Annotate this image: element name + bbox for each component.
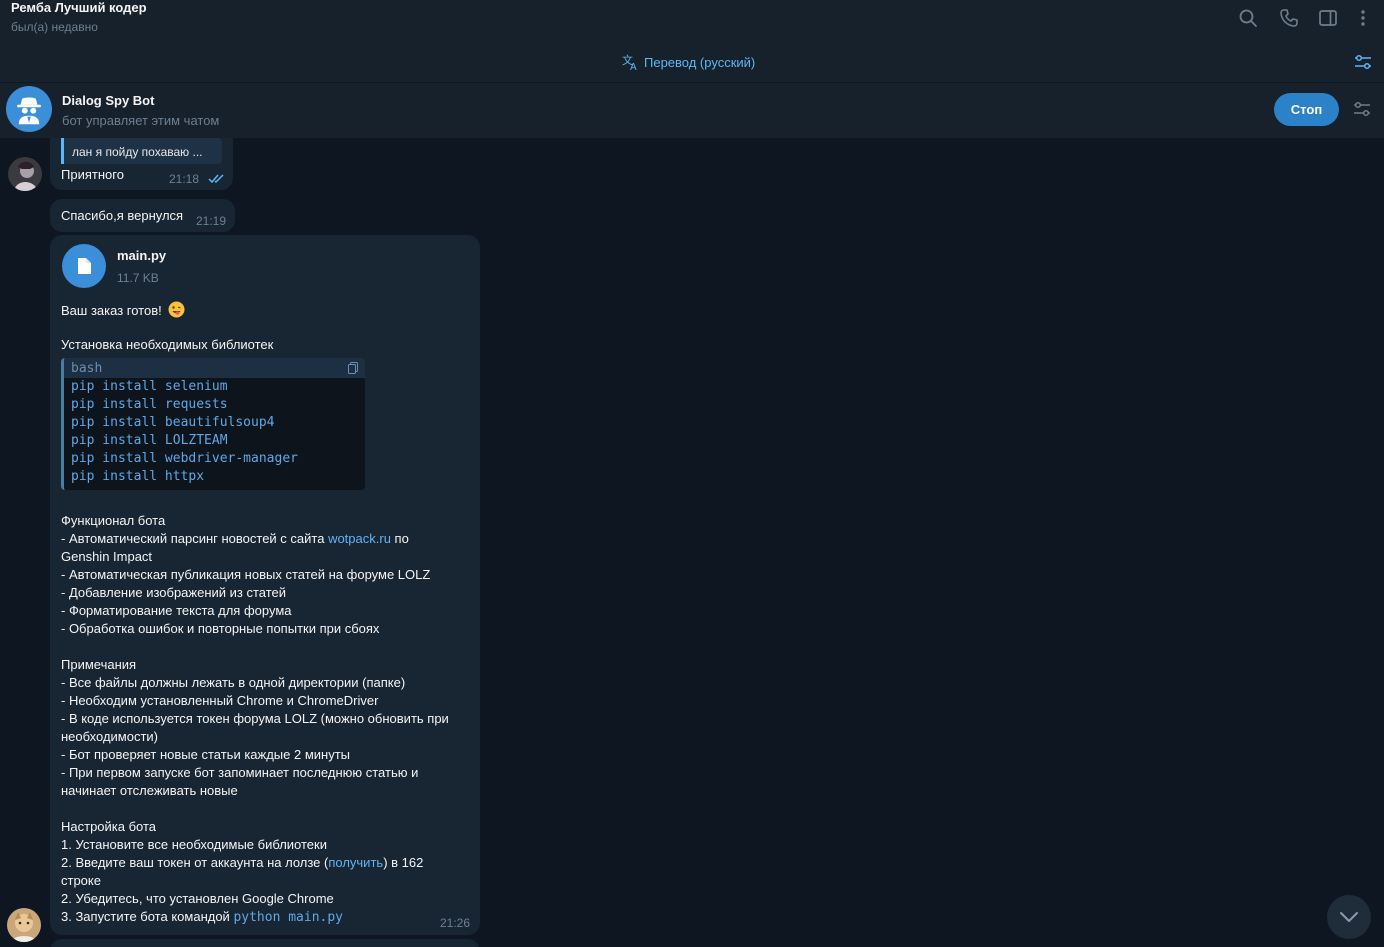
message-text: Спасибо,я вернулся: [61, 208, 184, 223]
function-item: - Обработка ошибок и повторные попытки п…: [61, 621, 380, 636]
notes-heading: Примечания: [61, 657, 137, 672]
reply-quote[interactable]: лан я пойду похаваю ...: [61, 138, 222, 164]
note-item: - В коде используется токен форума LOLZ …: [61, 711, 449, 726]
file-icon: [78, 258, 91, 274]
setup-heading: Настройка бота: [61, 819, 157, 834]
translate-icon: 文A: [622, 53, 637, 71]
message-time: 21:26: [440, 916, 471, 930]
telegram-window: Ремба Лучший кодер был(а) недавно 文A Пер…: [0, 0, 1384, 947]
bot-subtitle: бот управляет этим чатом: [62, 113, 220, 128]
code-line: pip install LOLZTEAM: [71, 433, 228, 448]
file-download-button[interactable]: [62, 244, 106, 288]
function-item: - Добавление изображений из статей: [61, 585, 287, 600]
function-item: - Автоматический парсинг новостей с сайт…: [61, 531, 409, 546]
setup-item: 3. Запустите бота командой python main.p…: [61, 909, 344, 925]
chat-status: был(а) недавно: [11, 20, 98, 34]
translate-bar: 文A Перевод (русский): [0, 42, 1384, 82]
function-item: Genshin Impact: [61, 549, 153, 564]
code-line: pip install requests: [71, 397, 228, 412]
avatar[interactable]: [8, 157, 42, 191]
functions-heading: Функционал бота: [61, 513, 166, 528]
function-item: - Форматирование текста для форума: [61, 603, 292, 618]
sidebar-icon[interactable]: [1318, 8, 1338, 28]
message-time: 21:19: [196, 214, 227, 228]
function-item: - Автоматическая публикация новых статей…: [61, 567, 431, 582]
setup-item: 2. Убедитесь, что установлен Google Chro…: [61, 891, 334, 906]
svg-text:A: A: [630, 62, 637, 71]
chevron-down-icon: [1340, 912, 1358, 922]
reply-text: лан я пойду похаваю ...: [72, 145, 203, 159]
stop-button[interactable]: Стоп: [1274, 93, 1339, 126]
more-icon[interactable]: [1353, 8, 1373, 28]
wotpack-link[interactable]: wotpack.ru: [328, 531, 391, 546]
copy-icon[interactable]: [348, 362, 358, 374]
get-token-link[interactable]: получить: [328, 855, 383, 870]
ready-text: Ваш заказ готов!: [61, 301, 185, 318]
message-text: Приятного: [61, 167, 124, 182]
translate-button[interactable]: 文A Перевод (русский): [622, 53, 755, 71]
code-line: pip install selenium: [71, 379, 228, 394]
file-name[interactable]: main.py: [117, 248, 166, 263]
file-size: 11.7 KB: [117, 271, 159, 285]
note-item: начинает отслеживать новые: [61, 783, 238, 798]
translate-label: Перевод (русский): [644, 54, 756, 70]
face-emoji-icon: [168, 301, 185, 318]
message-bubble[interactable]: [50, 939, 480, 947]
bot-settings-icon[interactable]: [1352, 99, 1372, 119]
note-item: - Все файлы должны лежать в одной директ…: [61, 675, 406, 690]
bot-avatar[interactable]: [6, 86, 52, 132]
inline-code[interactable]: python main.py: [233, 910, 343, 925]
code-block[interactable]: bash pip install selenium pip install re…: [61, 358, 365, 490]
chat-header: Ремба Лучший кодер был(а) недавно: [0, 0, 1384, 42]
message-time: 21:18: [169, 172, 200, 186]
code-line: pip install httpx: [71, 469, 205, 484]
message-bubble[interactable]: Спасибо,я вернулся 21:19: [50, 199, 235, 232]
setup-item: строке: [61, 873, 101, 888]
code-language: bash: [71, 361, 103, 376]
spy-icon: [17, 97, 41, 125]
bot-name[interactable]: Dialog Spy Bot: [62, 93, 154, 108]
note-item: - Необходим установленный Chrome и Chrom…: [61, 693, 379, 708]
code-line: pip install beautifulsoup4: [71, 415, 275, 430]
scroll-down-button[interactable]: [1327, 895, 1371, 939]
code-line: pip install webdriver-manager: [71, 451, 298, 466]
code-header: bash: [64, 358, 365, 378]
setup-item: 2. Введите ваш токен от аккаунта на лолз…: [61, 855, 424, 870]
note-item: - При первом запуске бот запоминает посл…: [61, 765, 419, 780]
setup-item: 1. Установите все необходимые библиотеки: [61, 837, 327, 852]
note-item: необходимости): [61, 729, 159, 744]
chat-title[interactable]: Ремба Лучший кодер: [11, 0, 147, 15]
double-check-icon: [208, 174, 224, 184]
phone-icon[interactable]: [1279, 8, 1299, 28]
avatar[interactable]: [7, 908, 41, 942]
install-heading: Установка необходимых библиотек: [61, 337, 274, 352]
message-bubble[interactable]: лан я пойду похаваю ... Приятного 21:18: [50, 138, 233, 190]
bot-bar: Dialog Spy Bot бот управляет этим чатом …: [0, 82, 1384, 138]
message-bubble[interactable]: main.py 11.7 KB Ваш заказ готов! Установ…: [50, 235, 480, 935]
translate-settings-icon[interactable]: [1353, 52, 1373, 72]
note-item: - Бот проверяет новые статьи каждые 2 ми…: [61, 747, 351, 762]
search-icon[interactable]: [1238, 8, 1258, 28]
